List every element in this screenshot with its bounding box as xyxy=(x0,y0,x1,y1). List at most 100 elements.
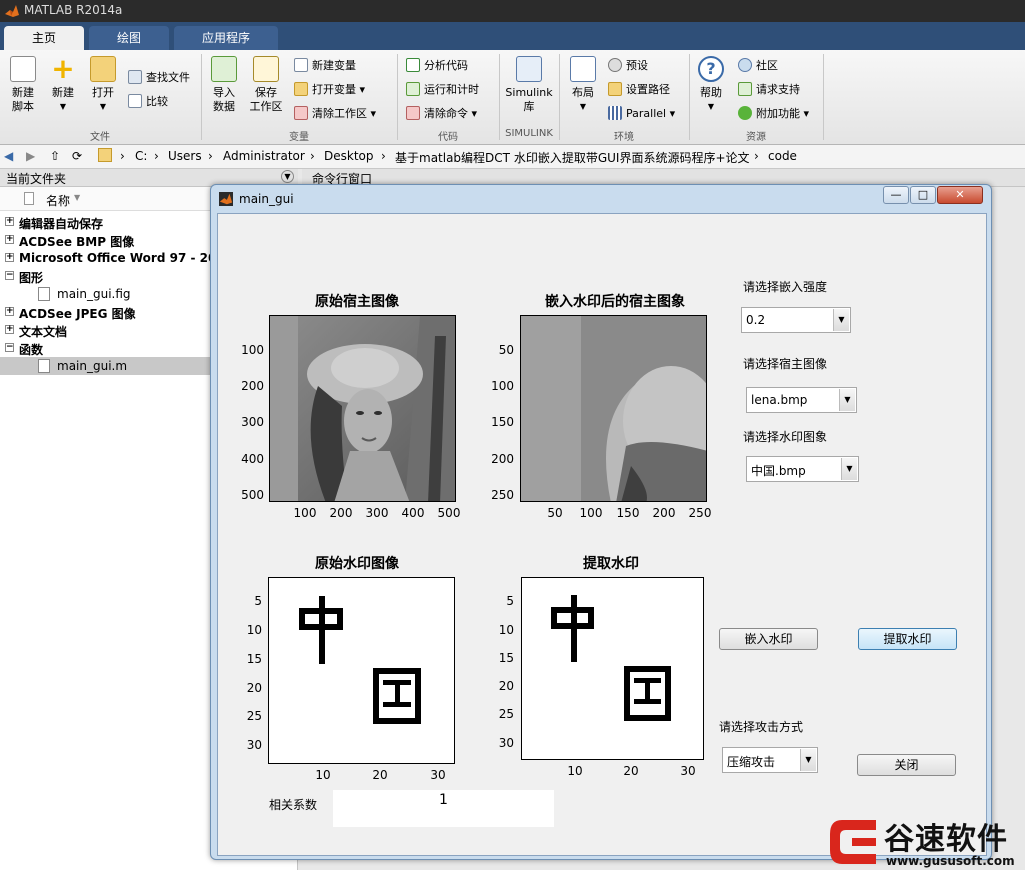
attack-method-select[interactable]: 压缩攻击 ▼ xyxy=(722,747,818,773)
watermark-url-text: www.gususoft.com xyxy=(886,854,1015,868)
plus-icon: + xyxy=(51,52,75,85)
x-tick-label: 250 xyxy=(688,506,712,520)
y-tick-label: 200 xyxy=(491,452,514,466)
community-button[interactable]: 社区 xyxy=(738,56,778,76)
x-tick-label: 20 xyxy=(372,768,388,782)
file-group-label: 函数 xyxy=(19,343,44,357)
save-workspace-button[interactable]: 保存 工作区 xyxy=(246,56,286,114)
collapse-icon[interactable]: − xyxy=(5,271,14,280)
browse-folder-icon[interactable]: ⟳ xyxy=(72,149,82,163)
figure-body: 原始宿主图像 100 200 300 400 500 100 200 300 4… xyxy=(217,213,987,856)
breadcrumb-code[interactable]: code xyxy=(768,149,797,163)
clear-workspace-label: 清除工作区 xyxy=(312,107,367,120)
addons-button[interactable]: 附加功能 ▾ xyxy=(738,104,809,124)
tab-home[interactable]: 主页 xyxy=(4,26,84,50)
new-button[interactable]: + 新建 ▼ xyxy=(46,52,80,114)
preferences-label: 预设 xyxy=(626,59,648,72)
breadcrumb-users[interactable]: Users xyxy=(168,149,202,163)
panel-menu-icon[interactable]: ▼ xyxy=(281,170,294,183)
group-label-environment: 环境 xyxy=(614,132,634,143)
open-label: 打开 xyxy=(92,86,114,99)
breadcrumb-separator: › xyxy=(154,149,159,163)
extract-watermark-button[interactable]: 提取水印 xyxy=(858,628,957,650)
help-label: 帮助 xyxy=(700,86,722,99)
clear-commands-button[interactable]: 清除命令 ▾ xyxy=(406,104,477,124)
x-tick-label: 10 xyxy=(315,768,331,782)
expand-icon[interactable]: + xyxy=(5,307,14,316)
analyze-code-icon xyxy=(406,58,420,72)
minimize-button[interactable]: — xyxy=(883,186,909,204)
x-tick-label: 100 xyxy=(579,506,603,520)
group-label-code: 代码 xyxy=(438,132,458,143)
run-and-time-button[interactable]: 运行和计时 xyxy=(406,80,479,100)
host-image-select[interactable]: lena.bmp ▼ xyxy=(746,387,857,413)
x-tick-label: 100 xyxy=(293,506,317,520)
expand-icon[interactable]: + xyxy=(5,217,14,226)
close-window-button[interactable]: ✕ xyxy=(937,186,983,204)
clear-commands-label: 清除命令 xyxy=(424,107,468,120)
file-group-label: 图形 xyxy=(19,271,44,285)
expand-icon[interactable]: + xyxy=(5,235,14,244)
set-path-button[interactable]: 设置路径 xyxy=(608,80,670,100)
chevron-down-icon: ▼ xyxy=(839,389,855,411)
parallel-button[interactable]: Parallel ▾ xyxy=(608,104,675,124)
x-tick-label: 30 xyxy=(430,768,446,782)
group-label-file: 文件 xyxy=(90,132,110,143)
import-label-2: 数据 xyxy=(213,100,235,113)
name-column-header[interactable]: 名称 xyxy=(46,192,70,209)
y-tick-label: 25 xyxy=(498,707,514,721)
y-tick-label: 100 xyxy=(491,379,514,393)
watermark-image-axes xyxy=(268,577,455,764)
up-folder-icon[interactable]: ⇧ xyxy=(50,149,60,163)
import-data-button[interactable]: 导入 数据 xyxy=(206,56,242,114)
open-variable-button[interactable]: 打开变量 ▾ xyxy=(294,80,365,100)
new-script-button[interactable]: 新建 脚本 xyxy=(6,56,40,114)
x-tick-label: 30 xyxy=(680,764,696,778)
watermark-image-select[interactable]: 中国.bmp ▼ xyxy=(746,456,859,482)
breadcrumb-administrator[interactable]: Administrator xyxy=(223,149,305,163)
tab-plots[interactable]: 绘图 xyxy=(89,26,169,50)
breadcrumb-c[interactable]: C: xyxy=(135,149,147,163)
analyze-code-button[interactable]: 分析代码 xyxy=(406,56,468,76)
expand-icon[interactable]: + xyxy=(5,253,14,262)
tab-apps[interactable]: 应用程序 xyxy=(174,26,278,50)
strength-select[interactable]: 0.2 ▼ xyxy=(741,307,851,333)
layout-button[interactable]: 布局 ▼ xyxy=(566,56,600,114)
y-tick-label: 25 xyxy=(246,709,262,723)
expand-icon[interactable]: + xyxy=(5,325,14,334)
embed-watermark-button[interactable]: 嵌入水印 xyxy=(719,628,818,650)
x-tick-label: 200 xyxy=(652,506,676,520)
request-support-button[interactable]: 请求支持 xyxy=(738,80,800,100)
preferences-button[interactable]: 预设 xyxy=(608,56,648,76)
x-tick-label: 400 xyxy=(401,506,425,520)
collapse-icon[interactable]: − xyxy=(5,343,14,352)
strength-label: 请选择嵌入强度 xyxy=(743,280,828,294)
forward-icon[interactable]: ▶ xyxy=(26,149,35,163)
ribbon-tab-strip: 主页 绘图 应用程序 xyxy=(0,22,1025,50)
new-variable-label: 新建变量 xyxy=(312,59,356,72)
x-tick-label: 200 xyxy=(329,506,353,520)
set-path-icon xyxy=(608,82,622,96)
breadcrumb-project-folder[interactable]: 基于matlab编程DCT 水印嵌入提取带GUI界面系统源码程序+论文 xyxy=(395,149,750,166)
new-variable-button[interactable]: 新建变量 xyxy=(294,56,356,76)
y-tick-label: 150 xyxy=(491,415,514,429)
back-icon[interactable]: ◀ xyxy=(4,149,13,163)
close-button[interactable]: 关闭 xyxy=(857,754,956,776)
clear-workspace-button[interactable]: 清除工作区 ▾ xyxy=(294,104,376,124)
compare-button[interactable]: 比较 xyxy=(128,92,168,112)
figure-window-main-gui: main_gui — □ ✕ 原始宿主图像 100 200 300 400 50… xyxy=(210,184,992,860)
new-script-icon xyxy=(10,56,36,82)
find-files-button[interactable]: 查找文件 xyxy=(128,68,190,88)
embedded-image-axes xyxy=(520,315,707,502)
folder-icon xyxy=(90,56,116,82)
simulink-library-button[interactable]: Simulink 库 xyxy=(504,56,554,114)
maximize-button[interactable]: □ xyxy=(910,186,936,204)
breadcrumb-desktop[interactable]: Desktop xyxy=(324,149,374,163)
open-button[interactable]: 打开 ▼ xyxy=(86,56,120,114)
file-group-label: Microsoft Office Word 97 - 200 xyxy=(19,251,225,265)
file-group-label: 编辑器自动保存 xyxy=(19,217,104,231)
breadcrumb-separator: › xyxy=(381,149,386,163)
help-button[interactable]: ? 帮助 ▼ xyxy=(694,56,728,114)
y-tick-label: 300 xyxy=(241,415,264,429)
watermark-zhongguo-glyph xyxy=(269,578,454,763)
